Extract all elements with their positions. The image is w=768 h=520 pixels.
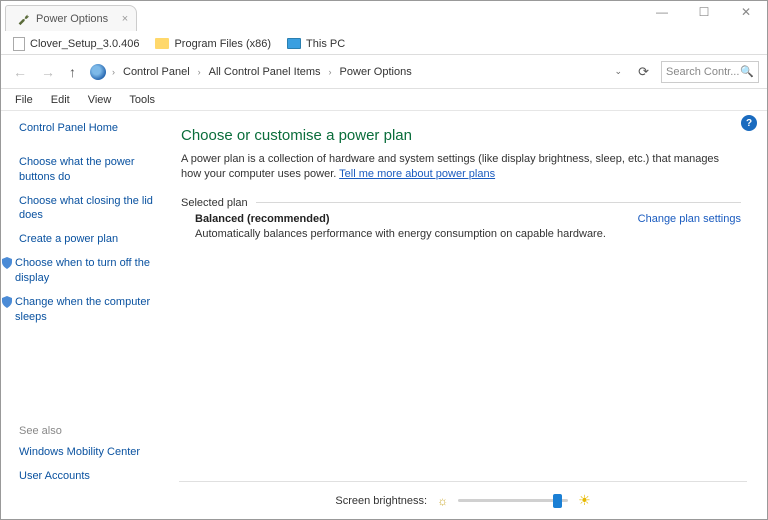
plan-description: Automatically balances performance with …: [181, 228, 741, 240]
tab-title: Power Options: [36, 13, 108, 25]
sun-bright-icon: ☀: [578, 492, 591, 509]
sidebar-link-power-buttons[interactable]: Choose what the power buttons do: [19, 155, 159, 185]
bookmark-label: Program Files (x86): [174, 38, 271, 50]
window-close-button[interactable]: ✕: [725, 1, 767, 23]
bookmark-item[interactable]: This PC: [281, 36, 351, 52]
search-placeholder: Search Contr...: [666, 66, 739, 78]
breadcrumb[interactable]: › Control Panel › All Control Panel Item…: [86, 61, 605, 83]
sidebar: Control Panel Home Choose what the power…: [1, 111, 171, 519]
power-plan-row: Balanced (recommended) Change plan setti…: [181, 213, 741, 225]
browser-tab[interactable]: Power Options ×: [5, 5, 137, 31]
brightness-slider[interactable]: [458, 499, 568, 502]
wrench-icon: [16, 12, 30, 26]
menu-file[interactable]: File: [7, 92, 41, 108]
nav-forward-button[interactable]: →: [37, 64, 59, 80]
brightness-bar: Screen brightness: ☼ ☀: [179, 481, 747, 509]
menu-bar: File Edit View Tools: [1, 89, 767, 111]
main-panel: ? Choose or customise a power plan A pow…: [171, 111, 767, 519]
divider: [181, 202, 741, 203]
search-input[interactable]: Search Contr... 🔍: [661, 61, 759, 83]
breadcrumb-dropdown-icon[interactable]: ⌄: [611, 66, 627, 77]
window-minimize-button[interactable]: —: [641, 1, 683, 23]
brightness-label: Screen brightness:: [335, 495, 427, 507]
shield-icon: [1, 296, 13, 308]
see-also-mobility-center[interactable]: Windows Mobility Center: [19, 445, 159, 460]
address-bar: ← → ↑ › Control Panel › All Control Pane…: [1, 55, 767, 89]
content-area: Control Panel Home Choose what the power…: [1, 111, 767, 519]
bookmark-item[interactable]: Program Files (x86): [149, 36, 277, 52]
bookmark-bar: Clover_Setup_3.0.406 Program Files (x86)…: [1, 33, 767, 55]
see-also-user-accounts[interactable]: User Accounts: [19, 469, 159, 484]
selected-plan-label: Selected plan: [181, 197, 256, 209]
window-maximize-button[interactable]: ☐: [683, 1, 725, 23]
bookmark-label: Clover_Setup_3.0.406: [30, 38, 139, 50]
slider-thumb[interactable]: [553, 494, 562, 508]
tab-close-icon[interactable]: ×: [122, 13, 128, 25]
sun-dim-icon: ☼: [437, 494, 448, 508]
bookmark-item[interactable]: Clover_Setup_3.0.406: [7, 35, 145, 53]
menu-tools[interactable]: Tools: [121, 92, 163, 108]
plan-name: Balanced (recommended): [195, 213, 329, 225]
sidebar-link-computer-sleeps[interactable]: Change when the computer sleeps: [15, 295, 159, 325]
page-description: A power plan is a collection of hardware…: [181, 152, 741, 183]
window-titlebar: Power Options × — ☐ ✕: [1, 1, 767, 33]
menu-view[interactable]: View: [80, 92, 120, 108]
refresh-button[interactable]: ⟳: [632, 64, 655, 80]
search-icon: 🔍: [740, 65, 754, 78]
nav-back-button[interactable]: ←: [9, 64, 31, 80]
control-panel-icon: [90, 64, 106, 80]
sidebar-link-turn-off-display[interactable]: Choose when to turn off the display: [15, 256, 159, 286]
file-icon: [13, 37, 25, 51]
bookmark-label: This PC: [306, 38, 345, 50]
menu-edit[interactable]: Edit: [43, 92, 78, 108]
sidebar-home-link[interactable]: Control Panel Home: [19, 121, 159, 136]
change-plan-settings-link[interactable]: Change plan settings: [638, 213, 741, 225]
breadcrumb-item[interactable]: All Control Panel Items: [205, 66, 325, 78]
see-also-section: See also Windows Mobility Center User Ac…: [19, 425, 159, 509]
sidebar-link-closing-lid[interactable]: Choose what closing the lid does: [19, 194, 159, 224]
help-button[interactable]: ?: [741, 115, 757, 131]
see-also-heading: See also: [19, 425, 159, 437]
folder-icon: [155, 38, 169, 49]
learn-more-link[interactable]: Tell me more about power plans: [339, 168, 495, 180]
breadcrumb-item[interactable]: Power Options: [336, 66, 416, 78]
sidebar-link-create-plan[interactable]: Create a power plan: [19, 232, 159, 247]
thispc-icon: [287, 38, 301, 49]
nav-up-button[interactable]: ↑: [65, 64, 80, 80]
shield-icon: [1, 257, 13, 269]
breadcrumb-item[interactable]: Control Panel: [119, 66, 194, 78]
page-title: Choose or customise a power plan: [181, 127, 741, 144]
